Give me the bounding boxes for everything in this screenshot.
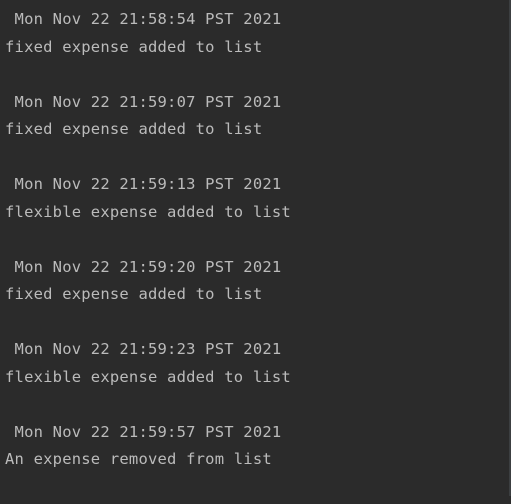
log-message: fixed expense added to list (5, 120, 263, 139)
console-output[interactable]: Mon Nov 22 21:58:54 PST 2021 fixed expen… (5, 8, 509, 504)
log-message: fixed expense added to list (5, 37, 263, 56)
log-entry: Mon Nov 22 21:59:07 PST 2021 fixed expen… (5, 91, 509, 174)
log-timestamp: Mon Nov 22 21:59:13 PST 2021 (5, 175, 282, 194)
log-entry: Mon Nov 22 21:58:54 PST 2021 fixed expen… (5, 8, 509, 91)
log-timestamp: Mon Nov 22 21:59:07 PST 2021 (5, 92, 282, 111)
log-message: flexible expense added to list (5, 367, 291, 386)
log-message: fixed expense added to list (5, 285, 263, 304)
log-message: An expense removed from list (5, 450, 272, 469)
log-entry: Mon Nov 22 21:59:20 PST 2021 fixed expen… (5, 256, 509, 339)
log-timestamp: Mon Nov 22 21:59:20 PST 2021 (5, 257, 282, 276)
log-entry: Mon Nov 22 21:59:13 PST 2021 flexible ex… (5, 173, 509, 256)
log-entry: Mon Nov 22 21:59:23 PST 2021 flexible ex… (5, 338, 509, 421)
log-entry: Mon Nov 22 21:59:57 PST 2021 An expense … (5, 421, 509, 504)
log-timestamp: Mon Nov 22 21:58:54 PST 2021 (5, 10, 282, 28)
log-timestamp: Mon Nov 22 21:59:57 PST 2021 (5, 422, 282, 441)
log-timestamp: Mon Nov 22 21:59:23 PST 2021 (5, 340, 282, 359)
log-message: flexible expense added to list (5, 202, 291, 221)
